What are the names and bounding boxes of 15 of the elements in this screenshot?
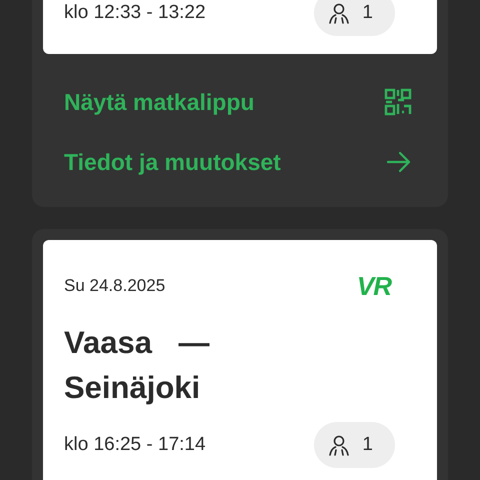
qr-code-icon [384,88,412,116]
passenger-count: 1 [314,0,395,36]
trip-time: klo 16:25 - 17:14 [64,434,206,456]
route-title: Vaasa — Seinäjoki [64,324,211,407]
trip-time: klo 12:33 - 13:22 [64,2,206,24]
trip-card[interactable]: Su 24.8.2025 VR Vaasa — Seinäjoki klo 16:25 - 17:14 1 [43,240,437,480]
trip-card[interactable]: klo 12:33 - 13:22 1 [43,0,437,54]
passenger-count: 1 [314,422,395,468]
show-ticket-link[interactable]: Näytä matkalippu [64,72,412,132]
arrow-right-icon [386,151,412,173]
trip-date: Su 24.8.2025 [64,276,166,296]
details-link[interactable]: Tiedot ja muutokset [64,132,412,192]
vr-logo: VR [356,274,392,298]
person-icon [328,434,350,456]
person-icon [328,2,350,24]
